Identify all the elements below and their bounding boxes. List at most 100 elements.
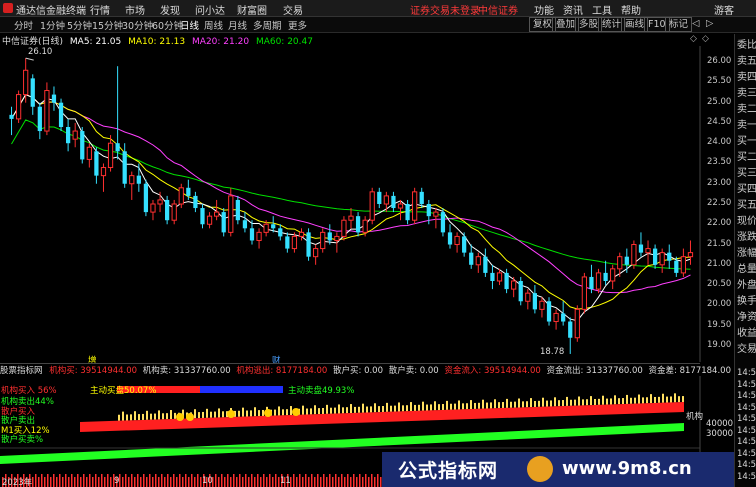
candle[interactable] [65, 118, 71, 152]
candle[interactable] [631, 240, 637, 269]
candle[interactable] [80, 127, 85, 164]
menu-bangzhu[interactable]: 帮助 [621, 2, 641, 17]
candle[interactable] [603, 260, 608, 286]
period-60min[interactable]: 60分钟 [152, 18, 183, 32]
candle[interactable] [51, 86, 57, 111]
candle[interactable] [595, 268, 602, 294]
candle[interactable] [617, 252, 623, 277]
candle[interactable] [680, 248, 687, 277]
period-more[interactable]: 更多 [288, 18, 307, 32]
candle[interactable] [674, 256, 679, 277]
period-fenshi[interactable]: 分时 [14, 18, 33, 32]
candle[interactable] [405, 199, 410, 225]
period-15min[interactable]: 15分钟 [92, 18, 123, 32]
candle[interactable] [15, 90, 22, 123]
next-arrow-icon[interactable]: ▷ [706, 18, 713, 29]
candle[interactable] [313, 244, 319, 265]
period-1min[interactable]: 1分钟 [40, 18, 65, 32]
guest-label[interactable]: 游客 [714, 2, 734, 17]
candle[interactable] [659, 248, 665, 273]
broker-link[interactable]: 中信证券 [478, 2, 518, 17]
candle[interactable] [581, 272, 588, 314]
trade-login-link[interactable]: 证券交易未登录 [410, 2, 480, 17]
candle[interactable] [9, 106, 14, 136]
candle[interactable] [391, 191, 396, 213]
candle[interactable] [165, 195, 170, 225]
candle[interactable] [532, 285, 537, 314]
candle[interactable] [397, 199, 404, 221]
candle[interactable] [150, 199, 156, 221]
candle[interactable] [143, 179, 149, 217]
candle[interactable] [115, 66, 120, 160]
period-30min[interactable]: 30分钟 [122, 18, 153, 32]
menu-caifuquan[interactable]: 财富圈 [237, 2, 267, 17]
candle[interactable] [469, 244, 474, 269]
candle[interactable] [200, 204, 205, 229]
candle[interactable] [490, 264, 495, 290]
candle[interactable] [178, 183, 184, 209]
candle[interactable] [568, 317, 573, 354]
candle[interactable] [383, 191, 389, 213]
candle[interactable] [306, 228, 311, 261]
candle[interactable] [362, 216, 368, 237]
candle[interactable] [136, 163, 141, 192]
candle[interactable] [504, 268, 509, 294]
candle[interactable] [589, 264, 594, 294]
menu-wenxiaoda[interactable]: 问小达 [195, 2, 225, 17]
candle[interactable] [206, 212, 213, 229]
candle[interactable] [447, 224, 453, 249]
candle[interactable] [23, 58, 29, 103]
candle[interactable] [610, 264, 616, 290]
candlestick-chart[interactable] [0, 46, 734, 362]
candle[interactable] [221, 208, 226, 237]
candle[interactable] [518, 276, 523, 306]
chart-diamond-icon[interactable]: ◇ [702, 34, 709, 44]
candle[interactable] [100, 163, 107, 192]
candle[interactable] [483, 248, 488, 277]
candle[interactable] [44, 82, 50, 136]
candle[interactable] [667, 244, 672, 269]
candle[interactable] [462, 232, 467, 257]
prev-arrow-icon[interactable]: ◁ [692, 18, 699, 29]
candle[interactable] [454, 232, 460, 253]
period-daily[interactable]: 日线 [180, 18, 199, 32]
candle[interactable] [298, 228, 305, 241]
candle[interactable] [687, 240, 694, 265]
candle[interactable] [412, 187, 418, 225]
candle[interactable] [94, 147, 99, 184]
candle[interactable] [129, 171, 135, 200]
candle[interactable] [285, 232, 290, 253]
candle[interactable] [193, 191, 198, 213]
candle[interactable] [235, 195, 240, 225]
menu-gongneng[interactable]: 功能 [534, 2, 554, 17]
candle[interactable] [440, 208, 446, 237]
candle[interactable] [553, 309, 559, 330]
candle[interactable] [348, 208, 354, 229]
candle[interactable] [242, 212, 248, 233]
period-monthly[interactable]: 月线 [228, 18, 247, 32]
candle[interactable] [377, 187, 382, 209]
candle[interactable] [355, 212, 361, 237]
candle[interactable] [525, 289, 531, 310]
candle[interactable] [30, 74, 35, 115]
menu-hangqing[interactable]: 行情 [90, 2, 110, 17]
menu-gongju[interactable]: 工具 [592, 2, 612, 17]
candle[interactable] [122, 143, 127, 188]
period-multi[interactable]: 多周期 [253, 18, 282, 32]
candle[interactable] [256, 228, 262, 249]
menu-faxian[interactable]: 发现 [160, 2, 180, 17]
candle[interactable] [320, 228, 326, 253]
menu-zixun[interactable]: 资讯 [563, 2, 583, 17]
mark-button[interactable]: 标记 [665, 17, 693, 32]
candle[interactable] [475, 252, 481, 273]
candle[interactable] [37, 102, 42, 140]
candle[interactable] [539, 297, 545, 318]
candle[interactable] [574, 305, 580, 342]
period-5min[interactable]: 5分钟 [67, 18, 92, 32]
candle[interactable] [652, 244, 658, 269]
candle[interactable] [58, 98, 64, 132]
candle[interactable] [86, 143, 92, 168]
candle[interactable] [369, 187, 375, 225]
candle[interactable] [278, 224, 283, 241]
candle[interactable] [341, 216, 347, 241]
